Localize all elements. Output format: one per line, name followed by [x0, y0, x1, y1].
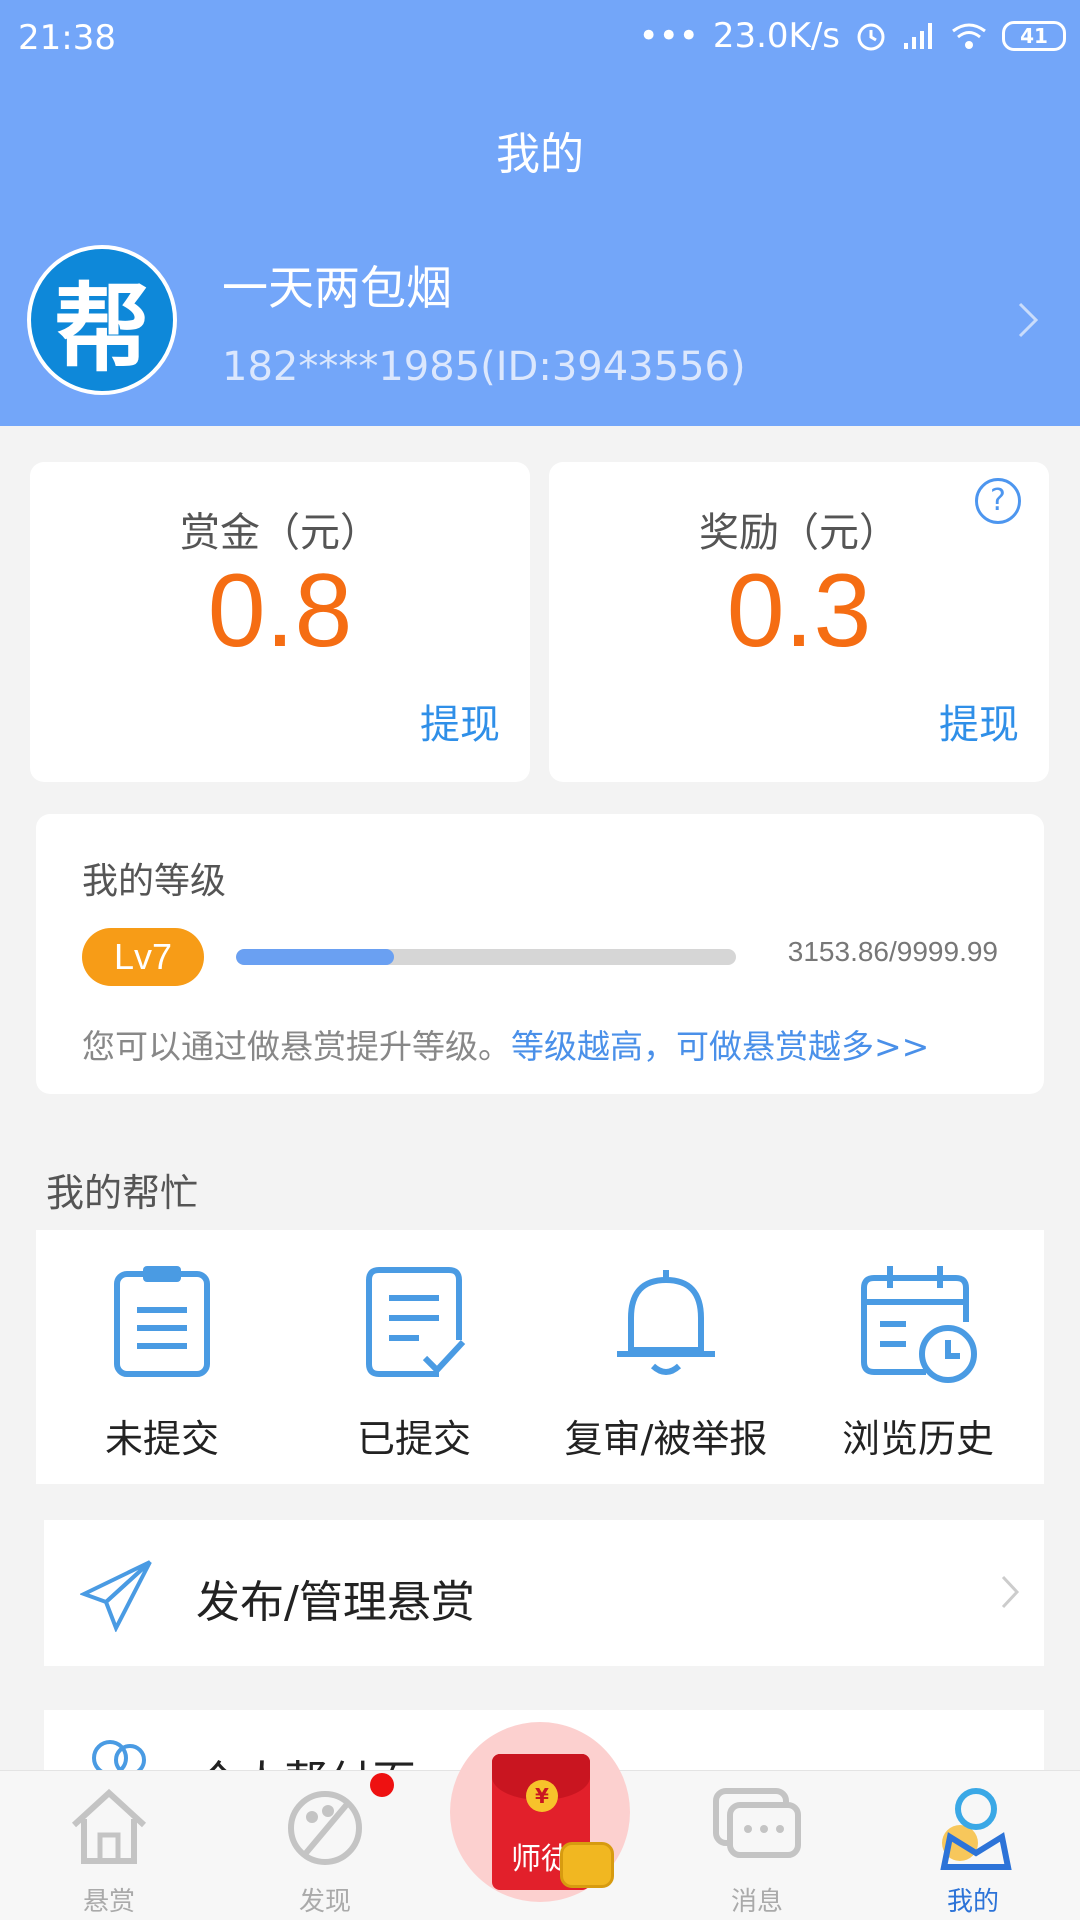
- bounty-card: 赏金（元） 0.8 提现: [30, 462, 530, 782]
- help-item-label: 已提交: [356, 1417, 471, 1461]
- wifi-icon: [952, 23, 986, 49]
- tab-label: 我的: [946, 1887, 999, 1917]
- tab-mine[interactable]: 我的: [898, 1771, 1048, 1920]
- my-help-title: 我的帮忙: [46, 1171, 199, 1215]
- bell-icon: [617, 1270, 715, 1375]
- level-tip-link[interactable]: 等级越高，可做悬赏越多>>: [511, 1027, 929, 1066]
- reward-card: ? 奖励（元） 0.3 提现: [549, 462, 1049, 782]
- tab-bounty[interactable]: 悬赏: [34, 1771, 184, 1920]
- coin-stack-icon: [560, 1842, 614, 1888]
- help-item-history[interactable]: 浏览历史: [792, 1230, 1044, 1484]
- chat-icon: [713, 1788, 801, 1858]
- help-item-label: 复审/被举报: [564, 1417, 768, 1461]
- help-item-label: 未提交: [104, 1417, 219, 1461]
- chevron-right-icon: [1001, 1575, 1020, 1609]
- level-tip-text: 您可以通过做悬赏提升等级。: [82, 1027, 511, 1066]
- status-time: 21:38: [18, 18, 116, 58]
- reward-withdraw-button[interactable]: 提现: [939, 692, 1019, 750]
- notification-dot: [370, 1773, 394, 1797]
- tab-discover[interactable]: 发现: [250, 1771, 400, 1920]
- level-card: 我的等级 Lv7 3153.86/9999.99 您可以通过做悬赏提升等级。等级…: [36, 814, 1044, 1094]
- tab-label: 悬赏: [82, 1887, 135, 1917]
- help-item-unsubmitted[interactable]: 未提交: [36, 1230, 288, 1484]
- help-item-label: 浏览历史: [841, 1417, 994, 1461]
- tab-label: 发现: [298, 1887, 351, 1917]
- help-item-review[interactable]: 复审/被举报: [540, 1230, 792, 1484]
- master-apprentice-button[interactable]: ¥ 师徒: [450, 1722, 630, 1902]
- palette-icon: [288, 1791, 362, 1865]
- help-item-submitted[interactable]: 已提交: [288, 1230, 540, 1484]
- my-help-grid: 未提交 已提交 复审/被举报 浏览历史: [36, 1230, 1044, 1484]
- bounty-label: 赏金（元）: [180, 510, 380, 556]
- partial-row-label: 个人帮付页: [196, 1746, 416, 1770]
- document-check-icon: [366, 1267, 466, 1377]
- level-progress-bar: [236, 949, 736, 965]
- user-id: 182****1985(ID:3943556): [222, 344, 746, 390]
- clipboard-icon: [114, 1266, 210, 1377]
- chevron-right-icon[interactable]: [1016, 300, 1040, 340]
- level-progress-fill: [236, 949, 394, 965]
- avatar-logo-text: 帮: [54, 271, 150, 385]
- level-score: 3153.86/9999.99: [787, 936, 998, 967]
- page-title: 我的: [496, 129, 584, 180]
- network-speed: 23.0K/s: [712, 16, 840, 56]
- level-tip: 您可以通过做悬赏提升等级。等级越高，可做悬赏越多>>: [82, 1020, 929, 1068]
- level-title: 我的等级: [82, 861, 227, 902]
- status-bar: 21:38 ••• 23.0K/s 41: [0, 0, 1080, 76]
- bounty-value: 0.8: [207, 553, 353, 669]
- username: 一天两包烟: [222, 261, 452, 315]
- reward-label: 奖励（元）: [699, 510, 899, 556]
- home-icon: [71, 1788, 147, 1864]
- more-dots-icon: •••: [638, 16, 699, 56]
- tab-label: 消息: [730, 1887, 783, 1917]
- profile-icon: [940, 1788, 1012, 1870]
- bounty-withdraw-button[interactable]: 提现: [420, 692, 500, 750]
- battery-indicator: 41: [1002, 21, 1066, 51]
- publish-manage-label: 发布/管理悬赏: [196, 1577, 475, 1628]
- level-badge: Lv7: [82, 928, 204, 986]
- alarm-icon: [857, 23, 885, 51]
- avatar[interactable]: 帮: [27, 245, 177, 395]
- profile-header: 21:38 ••• 23.0K/s 41 我的 帮 一天两包烟 182****1…: [0, 0, 1080, 426]
- publish-manage-row[interactable]: 发布/管理悬赏: [44, 1520, 1044, 1666]
- people-icon: [92, 1740, 146, 1770]
- calendar-clock-icon: [861, 1266, 977, 1383]
- reward-value: 0.3: [726, 553, 872, 669]
- yuan-coin-icon: ¥: [526, 1780, 558, 1812]
- signal-icon: [904, 23, 932, 49]
- tab-messages[interactable]: 消息: [682, 1771, 832, 1920]
- paper-plane-icon: [80, 1560, 152, 1632]
